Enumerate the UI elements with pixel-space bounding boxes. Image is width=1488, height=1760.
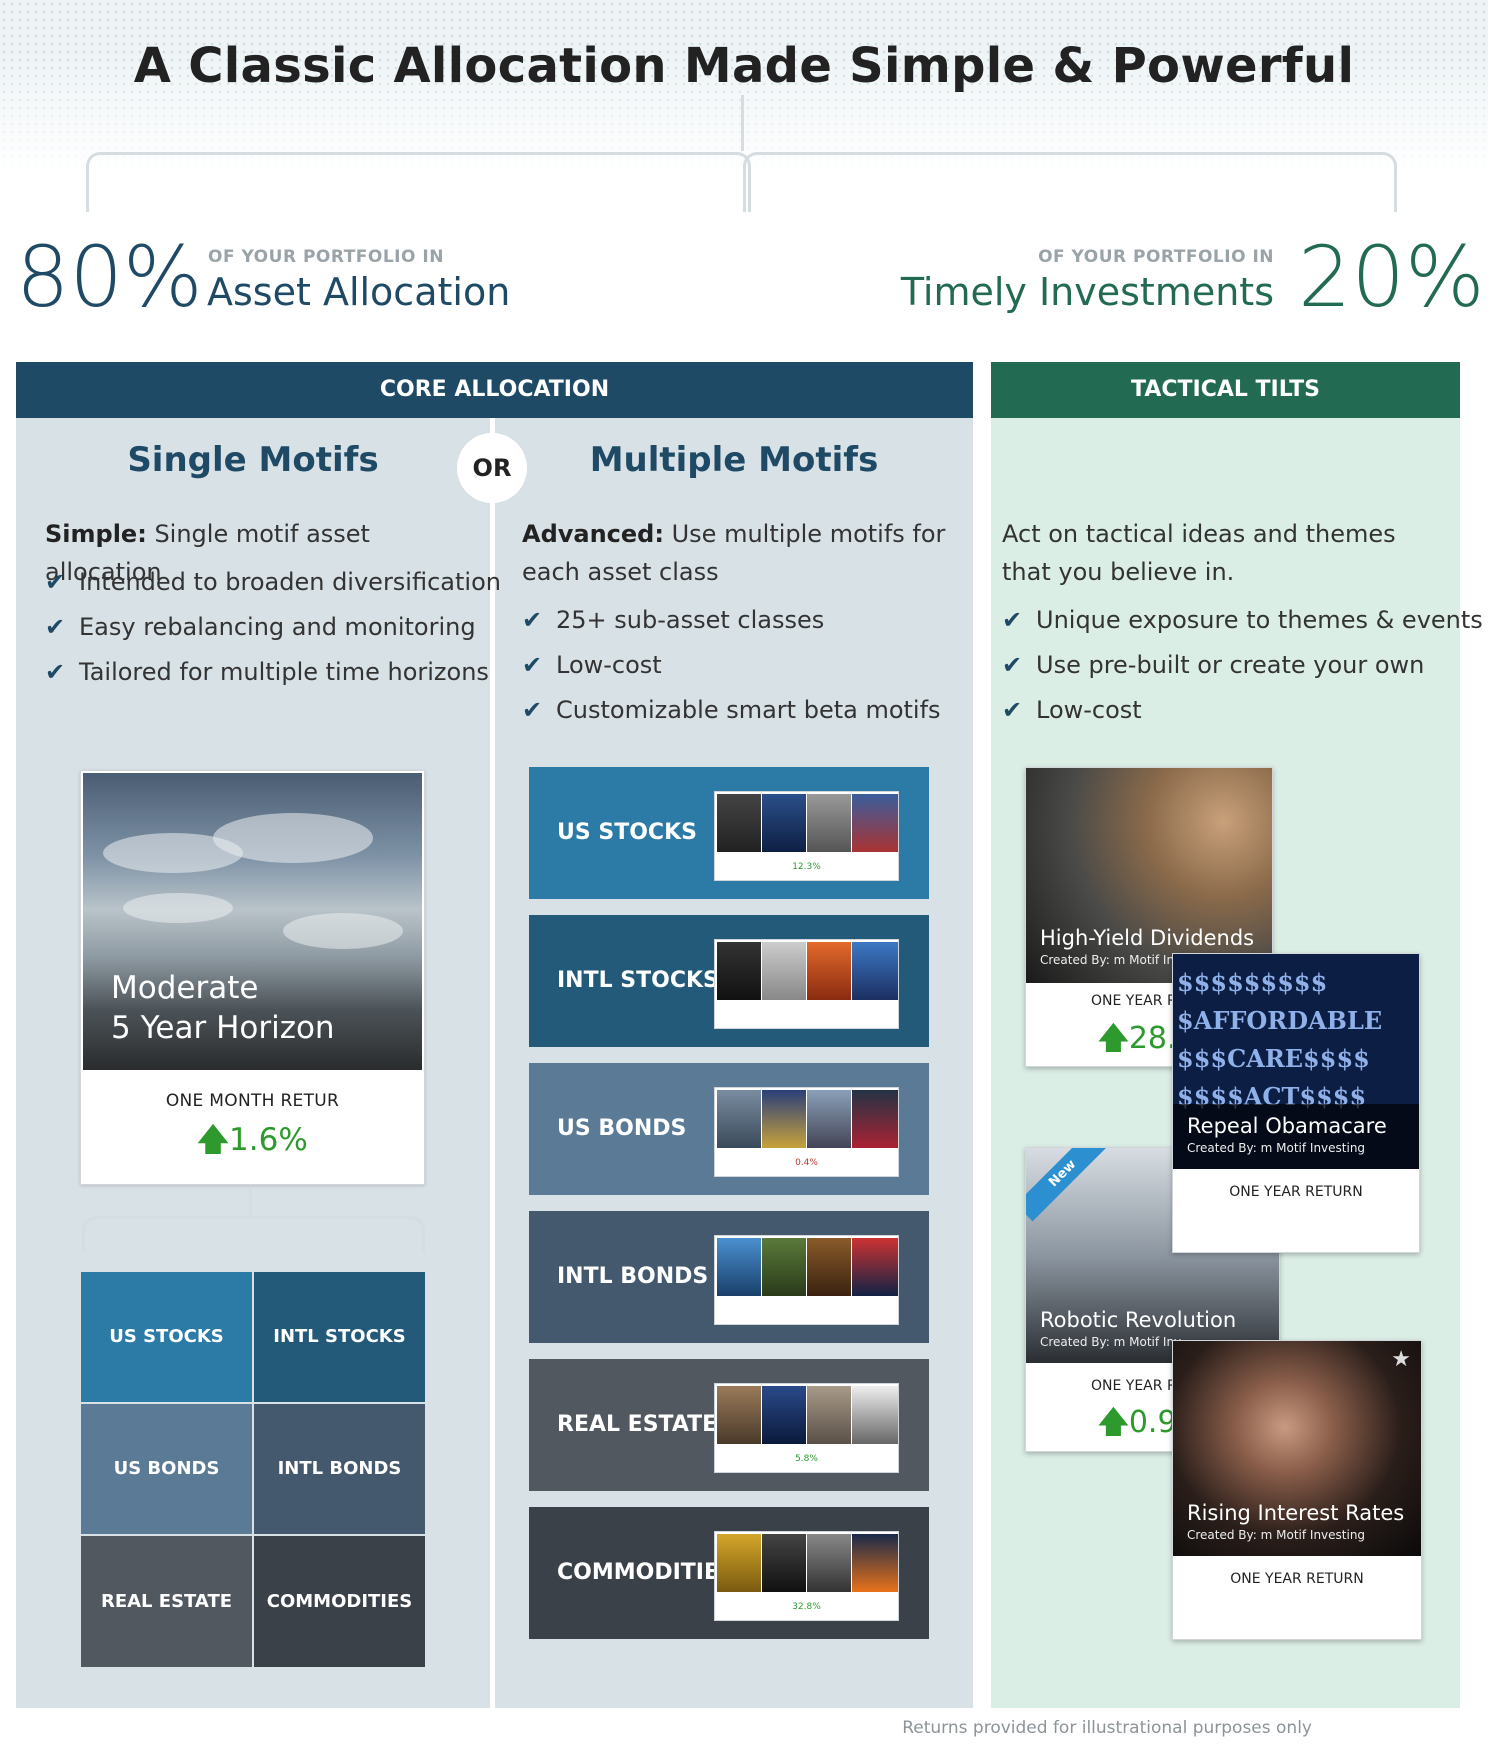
checkmark-icon: ✔ [1002,651,1023,679]
return-value: 🡅1.6% [197,1122,308,1158]
tactical-caption: OF YOUR PORTFOLIO IN [1038,247,1274,267]
grid-us-stocks: US STOCKS [81,1272,252,1402]
motif-tile-repeal-obamacare[interactable]: $$$$$$$$$ $AFFORDABLE $$$CARE$$$$ $$$$AC… [1172,953,1420,1253]
tile-return-caption: ONE YEAR RETURN [1230,1571,1364,1587]
multiple-motifs-description: Advanced: Use multiple motifs for each a… [522,520,946,586]
grid-intl-bonds: INTL BONDS [254,1404,425,1534]
up-arrow-icon: 🡅 [1098,1021,1129,1056]
check-item: ✔ Tailored for multiple time horizons [45,650,501,695]
tile-name: Robotic Revolution [1040,1308,1237,1332]
checkmark-icon: ✔ [45,613,66,641]
asset-class-label: COMMODITIES [557,1560,735,1585]
check-item: ✔ Use pre-built or create your own [1002,643,1483,688]
check-item: ✔ Easy rebalancing and monitoring [45,605,501,650]
checkmark-icon: ✔ [522,696,543,724]
single-motifs-checklist: ✔ Intended to broaden diversification ✔ Ea… [45,560,501,695]
motif-thumbnails: 0.4% [714,1087,899,1177]
tile-creator: Created By: m Motif Investing [1187,1141,1366,1155]
motif-thumbnails: 12.3% [714,791,899,881]
asset-class-us-bonds[interactable]: US BONDS 0.4% [529,1063,929,1195]
tile-return-value: 🡅0.9 [1098,1405,1177,1440]
checkmark-icon: ✔ [45,658,66,686]
tactical-tilts-bar: TACTICAL TILTS [991,362,1460,418]
motif-name: Moderate 5 Year Horizon [111,970,335,1046]
core-allocation-bar: CORE ALLOCATION [16,362,973,418]
asset-class-label: INTL BONDS [557,1264,709,1289]
page-title: A Classic Allocation Made Simple & Power… [133,38,1355,94]
core-percent: 80% [16,228,203,326]
asset-class-commodities[interactable]: COMMODITIES 32.8% [529,1507,929,1639]
tile-name: Repeal Obamacare [1187,1114,1387,1138]
check-item: ✔ Intended to broaden diversification [45,560,501,605]
dollar-coin-image [1026,768,1272,983]
up-arrow-icon: 🡅 [1098,1405,1129,1440]
check-item: ✔ Unique exposure to themes & events [1002,598,1483,643]
tactical-label: Timely Investments [900,270,1274,314]
asset-class-intl-bonds[interactable]: INTL BONDS [529,1211,929,1343]
tile-return-caption: ONE YEAR RETURN [1229,1184,1363,1200]
up-arrow-icon: 🡅 [197,1122,230,1158]
card-connector [249,1187,252,1217]
multiple-motifs-title: Multiple Motifs [589,440,879,480]
checkmark-icon: ✔ [522,606,543,634]
grid-real-estate: REAL ESTATE [81,1536,252,1667]
grid-intl-stocks: INTL STOCKS [254,1272,425,1402]
check-item: ✔ Low-cost [1002,688,1483,733]
tile-name: High-Yield Dividends [1040,926,1255,950]
mini-return: 0.4% [795,1158,818,1168]
right-bracket [743,152,1397,212]
motif-thumbnails: 5.8% [714,1383,899,1473]
bracket-stem [741,95,744,151]
grid-bracket [82,1216,425,1252]
star-icon[interactable]: ★ [1391,1347,1411,1372]
asset-class-label: INTL STOCKS [557,968,719,993]
asset-class-label: US STOCKS [557,820,697,845]
mini-return: 5.8% [795,1454,818,1464]
core-caption: OF YOUR PORTFOLIO IN [208,247,444,267]
moderate-motif-card[interactable]: Moderate 5 Year Horizon ONE MONTH RETUR 🡅… [80,770,425,1185]
left-bracket [86,152,751,212]
checkmark-icon: ✔ [522,651,543,679]
motif-thumbnails [714,939,899,1029]
tile-creator: Created By: m Motif Inv [1040,1335,1182,1349]
tactical-description: Act on tactical ideas and themes that yo… [1002,520,1396,586]
single-motifs-title: Single Motifs [127,440,379,480]
asset-class-stack: US STOCKS 12.3% INTL STOCKS US BONDS 0.4… [529,767,929,1657]
footnote: Returns provided for illustrational purp… [902,1718,1312,1738]
check-item: ✔ 25+ sub-asset classes [522,598,941,643]
motif-thumbnails [714,1235,899,1325]
grid-commodities: COMMODITIES [254,1536,425,1667]
checkmark-icon: ✔ [1002,696,1023,724]
tile-name: Rising Interest Rates [1187,1501,1405,1525]
asset-class-us-stocks[interactable]: US STOCKS 12.3% [529,767,929,899]
grid-us-bonds: US BONDS [81,1404,252,1534]
tactical-checklist: ✔ Unique exposure to themes & events ✔ Use… [1002,598,1483,733]
return-caption: ONE MONTH RETUR [165,1091,340,1111]
checkmark-icon: ✔ [45,568,66,596]
check-item: ✔ Low-cost [522,643,941,688]
sky-image: Moderate 5 Year Horizon [83,773,422,1070]
multiple-motifs-checklist: ✔ 25+ sub-asset classes ✔ Low-cost ✔ Custom… [522,598,941,733]
checkmark-icon: ✔ [1002,606,1023,634]
check-item: ✔ Customizable smart beta motifs [522,688,941,733]
tile-creator: Created By: m Motif Inv [1040,953,1182,967]
asset-class-label: REAL ESTATE [557,1412,718,1437]
core-label: Asset Allocation [207,270,511,314]
tactical-percent: 20% [1298,228,1485,326]
asset-class-intl-stocks[interactable]: INTL STOCKS [529,915,929,1047]
asset-class-real-estate[interactable]: REAL ESTATE 5.8% [529,1359,929,1491]
tile-creator: Created By: m Motif Investing [1187,1528,1366,1542]
motif-thumbnails: 32.8% [714,1531,899,1621]
mini-return: 12.3% [792,862,821,872]
or-badge: OR [457,433,527,503]
asset-class-label: US BONDS [557,1116,687,1141]
motif-tile-rising-interest-rates[interactable]: ★ Rising Interest Rates Created By: m Mo… [1172,1340,1422,1640]
mini-return: 32.8% [792,1602,821,1612]
